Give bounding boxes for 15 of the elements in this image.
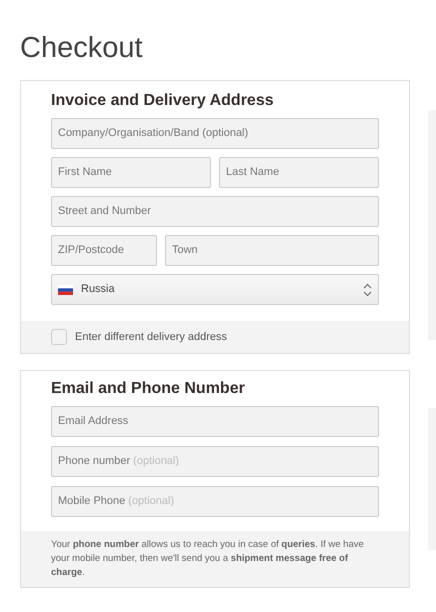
chevron-icon bbox=[363, 282, 372, 296]
input-field[interactable]: Email Address bbox=[51, 406, 379, 437]
input-field[interactable]: ZIP/Postcode bbox=[51, 235, 157, 266]
info-text: Your phone number allows us to reach you in case of queries. If we have your mobile number, then we'll send you a shipment message free of charge. bbox=[51, 538, 365, 580]
input-field[interactable]: Town bbox=[165, 235, 379, 266]
input-field[interactable]: Last Name bbox=[219, 157, 379, 188]
page-title: Checkout bbox=[20, 31, 143, 66]
input-field[interactable]: First Name bbox=[51, 157, 211, 188]
input-field[interactable]: Company/Organisation/Band (optional) bbox=[51, 118, 379, 149]
flag-icon bbox=[58, 284, 73, 294]
section-title: Email and Phone Number bbox=[51, 379, 246, 399]
country-select[interactable]: Russia bbox=[51, 274, 379, 305]
checkbox[interactable] bbox=[51, 329, 67, 345]
input-field[interactable]: Street and Number bbox=[51, 196, 379, 227]
section-title: Invoice and Delivery Address bbox=[51, 91, 275, 111]
